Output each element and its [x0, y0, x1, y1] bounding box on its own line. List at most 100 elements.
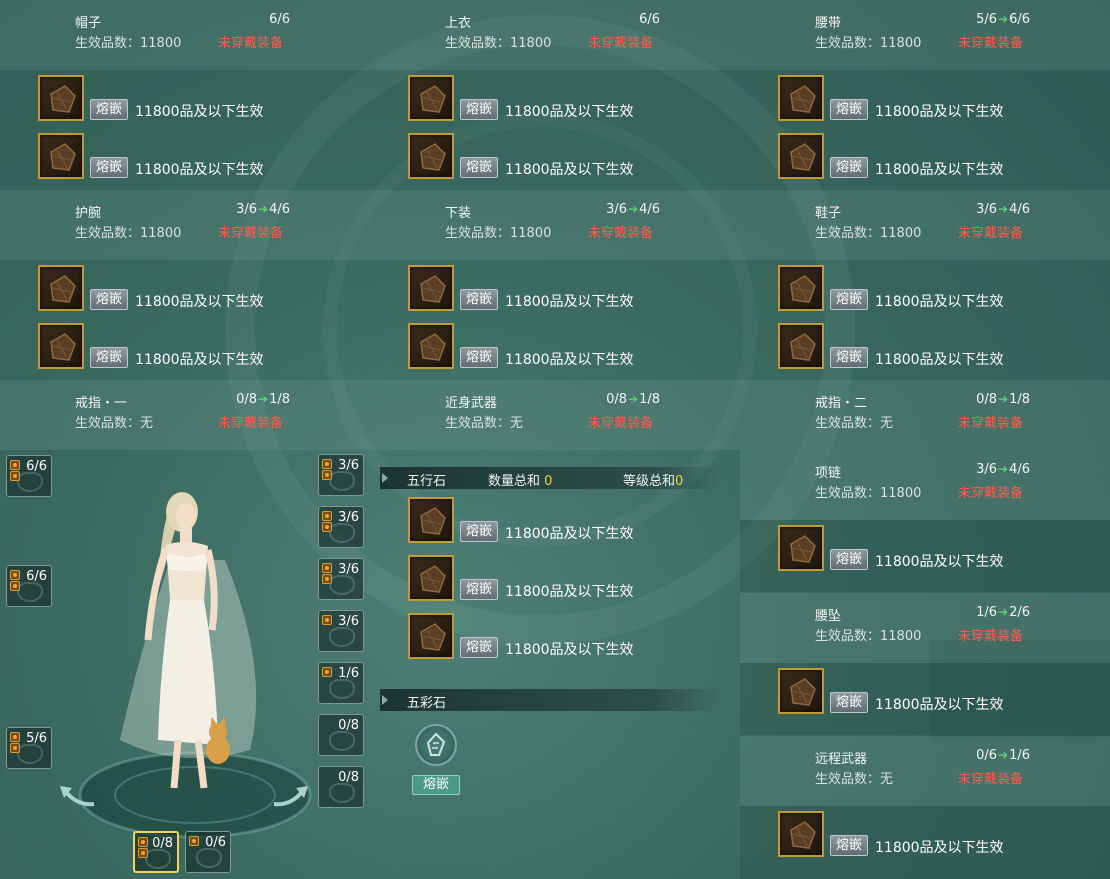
slot-grade-bracer: 生效品数：11800 — [75, 226, 182, 241]
inlay-button[interactable]: 熔嵌 — [90, 99, 129, 120]
gem-slot[interactable] — [408, 497, 454, 543]
inlay-button[interactable]: 熔嵌 — [460, 521, 499, 542]
gem-slot[interactable] — [778, 668, 824, 714]
gem-icon — [790, 333, 816, 361]
stone-marker-icon — [10, 471, 20, 481]
inlay-button[interactable]: 熔嵌 — [830, 549, 869, 570]
slot-count-melee-weapon: 0/8➔1/8 — [606, 392, 660, 407]
inlay-button[interactable]: 熔嵌 — [460, 579, 499, 600]
inlay-button[interactable]: 熔嵌 — [830, 835, 869, 856]
slot-fill-count: 1/6 — [338, 666, 359, 681]
wucai-inlay-button[interactable]: 熔嵌 — [412, 775, 461, 795]
slot-title-shoes: 鞋子 — [815, 206, 842, 221]
slot-status-hat: 未穿戴装备 — [218, 36, 284, 51]
inlay-button[interactable]: 熔嵌 — [460, 99, 499, 120]
inlay-button[interactable]: 熔嵌 — [460, 157, 499, 178]
slot-grade-shoes: 生效品数：11800 — [815, 226, 922, 241]
equipment-slot[interactable]: 6/6 — [6, 565, 52, 607]
equipment-slot[interactable]: 5/6 — [6, 727, 52, 769]
gem-icon — [790, 821, 816, 849]
slot-grade-top: 生效品数：11800 — [445, 36, 552, 51]
slot-fill-count: 3/6 — [338, 458, 359, 473]
panel-row3-b — [370, 380, 740, 450]
inlay-button[interactable]: 熔嵌 — [830, 289, 869, 310]
equipment-slot[interactable]: 3/6 — [318, 454, 364, 496]
gem-slot[interactable] — [408, 133, 454, 179]
slot-title-ring-2: 戒指・二 — [815, 396, 868, 411]
stone-marker-icon — [322, 459, 332, 469]
slot-title-ranged-weapon: 远程武器 — [815, 752, 868, 767]
gem-icon — [420, 623, 446, 651]
gem-effect-text: 11800品及以下生效 — [875, 162, 1004, 178]
gem-slot[interactable] — [408, 323, 454, 369]
slot-count-bracer: 3/6➔4/6 — [236, 202, 290, 217]
gem-icon — [790, 143, 816, 171]
gem-slot[interactable] — [778, 265, 824, 311]
collapse-triangle-icon[interactable] — [382, 695, 388, 705]
stone-marker-icon — [10, 743, 20, 753]
equipment-slot[interactable]: 0/8 — [318, 766, 364, 808]
equipment-silhouette-icon — [17, 744, 43, 764]
slot-grade-hat: 生效品数：11800 — [75, 36, 182, 51]
collapse-triangle-icon[interactable] — [382, 473, 388, 483]
gem-icon — [420, 143, 446, 171]
gem-slot[interactable] — [778, 133, 824, 179]
panel-pendant — [740, 593, 1110, 663]
gem-slot[interactable] — [408, 555, 454, 601]
gem-effect-text: 11800品及以下生效 — [505, 526, 634, 542]
slot-status-pants: 未穿戴装备 — [588, 226, 654, 241]
gem-slot[interactable] — [778, 525, 824, 571]
slot-title-ring-1: 戒指・一 — [75, 396, 128, 411]
gem-icon — [790, 275, 816, 303]
inlay-button[interactable]: 熔嵌 — [830, 99, 869, 120]
equipment-slot[interactable]: 1/6 — [318, 662, 364, 704]
equipment-silhouette-icon — [329, 523, 355, 543]
panel-row1-c — [740, 0, 1110, 70]
equipment-slot[interactable]: 0/8 — [133, 831, 179, 873]
wucai-title: 五彩石 — [407, 696, 447, 711]
slot-title-top: 上衣 — [445, 16, 472, 31]
slot-title-melee-weapon: 近身武器 — [445, 396, 498, 411]
gem-icon — [790, 535, 816, 563]
gem-slot[interactable] — [778, 811, 824, 857]
inlay-button[interactable]: 熔嵌 — [90, 289, 129, 310]
inlay-button[interactable]: 熔嵌 — [460, 637, 499, 658]
gem-icon — [790, 678, 816, 706]
gem-slot[interactable] — [778, 75, 824, 121]
equipment-slot[interactable]: 6/6 — [6, 455, 52, 497]
inlay-button[interactable]: 熔嵌 — [460, 347, 499, 368]
gem-slot[interactable] — [38, 133, 84, 179]
slot-fill-count: 0/8 — [152, 836, 173, 851]
equipment-slot[interactable]: 0/6 — [185, 831, 231, 873]
inlay-button[interactable]: 熔嵌 — [830, 157, 869, 178]
gem-slot[interactable] — [38, 75, 84, 121]
wucai-stone-slot[interactable] — [415, 724, 457, 766]
equipment-silhouette-icon — [329, 627, 355, 647]
slot-title-bracer: 护腕 — [75, 206, 102, 221]
wuxing-level-sum: 等级总和0 — [623, 474, 684, 489]
equipment-slot[interactable]: 3/6 — [318, 506, 364, 548]
gem-slot[interactable] — [408, 75, 454, 121]
equipment-slot[interactable]: 3/6 — [318, 610, 364, 652]
gem-effect-text: 11800品及以下生效 — [875, 697, 1004, 713]
inlay-button[interactable]: 熔嵌 — [460, 289, 499, 310]
gem-slot[interactable] — [38, 323, 84, 369]
inlay-button[interactable]: 熔嵌 — [830, 692, 869, 713]
gem-slot[interactable] — [778, 323, 824, 369]
inlay-button[interactable]: 熔嵌 — [90, 347, 129, 368]
gem-slot[interactable] — [408, 613, 454, 659]
equipment-slot[interactable]: 0/8 — [318, 714, 364, 756]
equipment-silhouette-icon — [17, 582, 43, 602]
rotate-left-icon[interactable] — [58, 782, 98, 812]
gem-slot[interactable] — [38, 265, 84, 311]
inlay-button[interactable]: 熔嵌 — [90, 157, 129, 178]
panel-row2-b — [370, 190, 740, 260]
slot-title-necklace: 项链 — [815, 466, 842, 481]
equipment-slot[interactable]: 3/6 — [318, 558, 364, 600]
gem-slot[interactable] — [408, 265, 454, 311]
panel-row3-c — [740, 380, 1110, 450]
slot-fill-count: 6/6 — [26, 569, 47, 584]
equipment-silhouette-icon — [329, 575, 355, 595]
slot-fill-count: 3/6 — [338, 614, 359, 629]
inlay-button[interactable]: 熔嵌 — [830, 347, 869, 368]
